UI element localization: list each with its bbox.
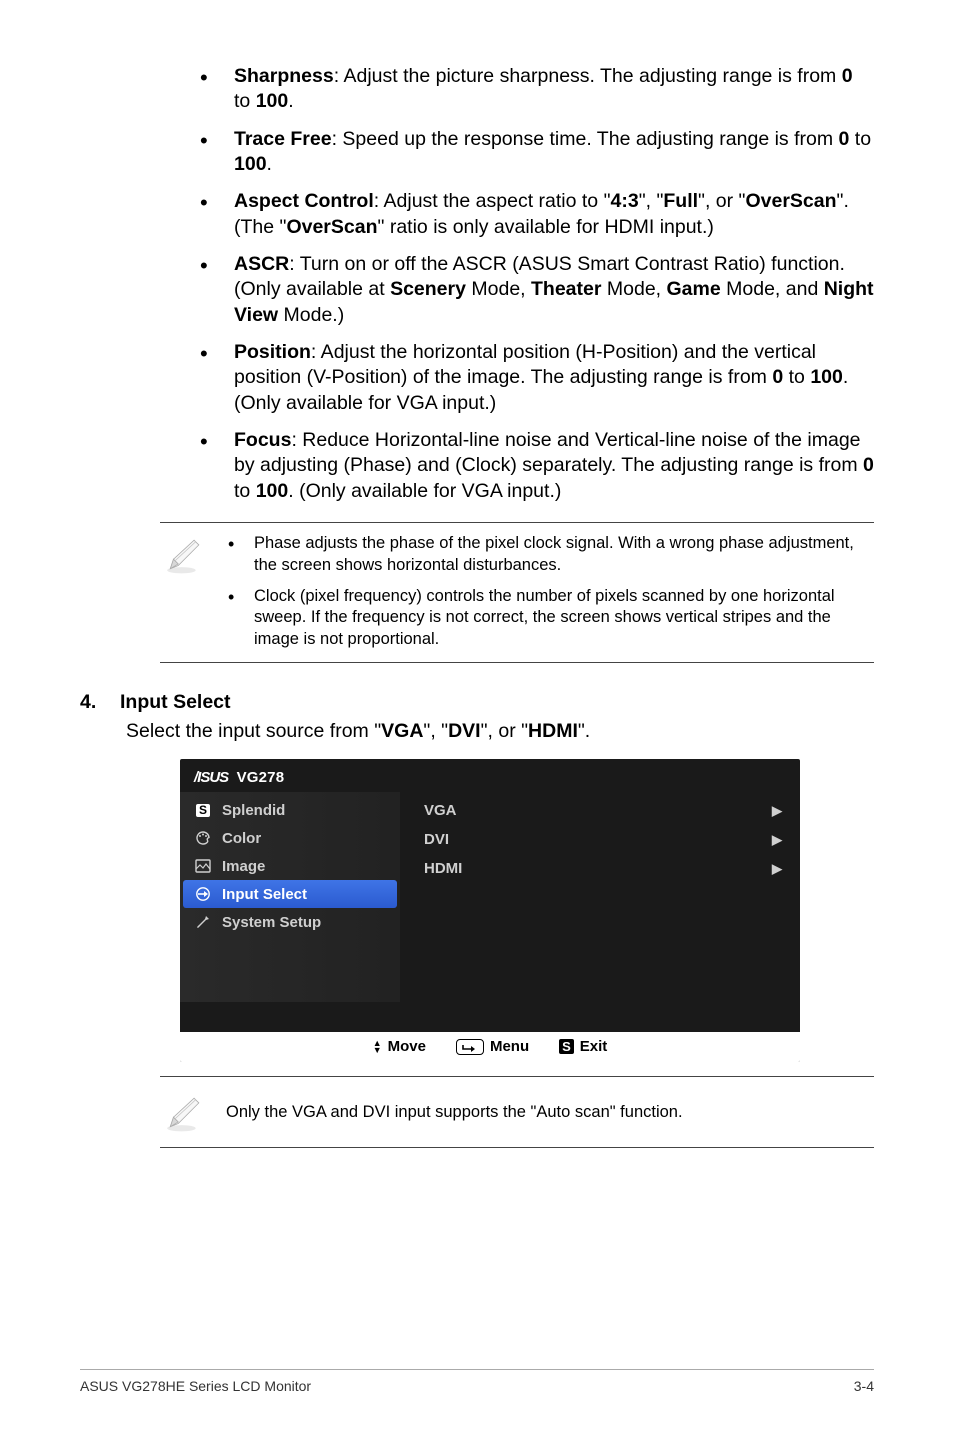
- osd-options-list: VGA▶ DVI▶ HDMI▶: [400, 792, 800, 1002]
- bullet-position: Position: Adjust the horizontal position…: [194, 340, 874, 416]
- note-autoscan-text: Only the VGA and DVI input supports the …: [214, 1101, 683, 1123]
- osd-menu-input-select[interactable]: Input Select: [183, 880, 397, 908]
- osd-option-dvi[interactable]: DVI▶: [400, 825, 800, 854]
- asus-logo: /ISUS: [194, 769, 228, 786]
- page-footer: ASUS VG278HE Series LCD Monitor 3-4: [80, 1369, 874, 1394]
- input-select-icon: [194, 885, 212, 903]
- bullet-ascr: ASCR: Turn on or off the ASCR (ASUS Smar…: [194, 252, 874, 328]
- note-item-phase: Phase adjusts the phase of the pixel clo…: [224, 533, 870, 586]
- note-autoscan: Only the VGA and DVI input supports the …: [160, 1076, 874, 1148]
- osd-panel: /ISUS VG278 S Splendid Color: [180, 759, 800, 1062]
- osd-menu-splendid[interactable]: S Splendid: [180, 796, 400, 824]
- splendid-icon: S: [194, 801, 212, 819]
- osd-footer-exit: S Exit: [559, 1038, 607, 1055]
- osd-menu-list: S Splendid Color Image: [180, 792, 400, 1002]
- section-4-intro: Select the input source from "VGA", "DVI…: [126, 720, 874, 743]
- osd-header: /ISUS VG278: [180, 759, 800, 792]
- chevron-right-icon: ▶: [772, 803, 782, 819]
- chevron-right-icon: ▶: [772, 832, 782, 848]
- footer-page-number: 3-4: [854, 1378, 874, 1394]
- s-button-icon: S: [559, 1039, 574, 1054]
- bullet-aspect-control: Aspect Control: Adjust the aspect ratio …: [194, 189, 874, 240]
- pencil-note-icon: [160, 1091, 206, 1133]
- bullet-sharpness: Sharpness: Adjust the picture sharpness.…: [194, 64, 874, 115]
- osd-menu-color[interactable]: Color: [180, 824, 400, 852]
- color-icon: [194, 829, 212, 847]
- note-phase-clock: Phase adjusts the phase of the pixel clo…: [160, 522, 874, 663]
- image-icon: [194, 857, 212, 875]
- osd-model: VG278: [237, 769, 285, 786]
- menu-enter-icon: [456, 1039, 484, 1055]
- osd-footer: ▲▼ Move Menu S Exit: [180, 1032, 800, 1062]
- note-item-clock: Clock (pixel frequency) controls the num…: [224, 586, 870, 650]
- bullet-focus: Focus: Reduce Horizontal-line noise and …: [194, 428, 874, 504]
- osd-footer-move: ▲▼ Move: [373, 1038, 426, 1055]
- osd-option-hdmi[interactable]: HDMI▶: [400, 854, 800, 883]
- system-setup-icon: [194, 913, 212, 931]
- footer-product: ASUS VG278HE Series LCD Monitor: [80, 1378, 311, 1394]
- section-4-heading: 4.Input Select: [80, 691, 874, 714]
- feature-bullet-list: Sharpness: Adjust the picture sharpness.…: [80, 64, 874, 504]
- pencil-note-icon: [160, 533, 206, 575]
- osd-menu-image[interactable]: Image: [180, 852, 400, 880]
- osd-menu-system-setup[interactable]: System Setup: [180, 908, 400, 936]
- osd-footer-menu: Menu: [456, 1038, 529, 1055]
- osd-option-vga[interactable]: VGA▶: [400, 796, 800, 825]
- chevron-right-icon: ▶: [772, 861, 782, 877]
- bullet-trace-free: Trace Free: Speed up the response time. …: [194, 127, 874, 178]
- up-down-arrows-icon: ▲▼: [373, 1040, 382, 1054]
